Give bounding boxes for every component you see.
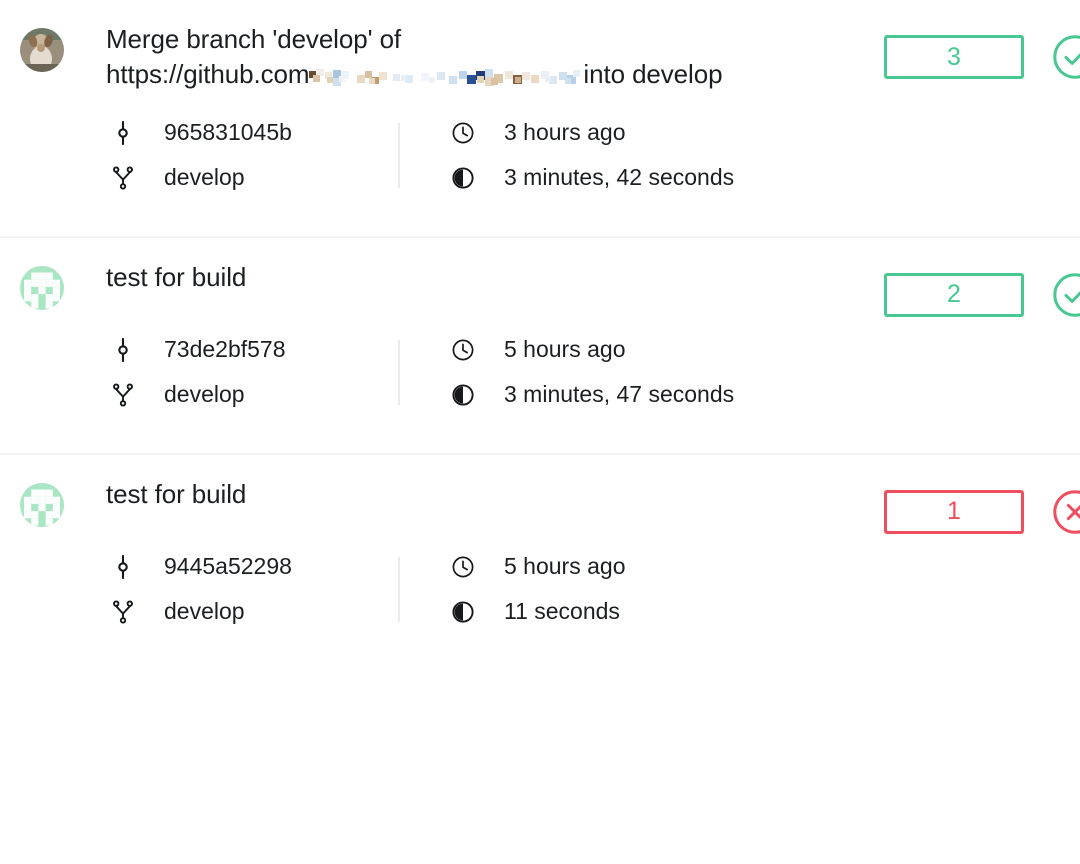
meta-text: 3 minutes, 42 seconds xyxy=(504,166,734,189)
meta-text: develop xyxy=(164,383,245,406)
meta-column-commit: 965831045b develop xyxy=(110,119,398,192)
meta-text: 9445a52298 xyxy=(164,555,292,578)
stopwatch-icon xyxy=(450,599,476,625)
meta-text: 11 seconds xyxy=(504,600,620,623)
build-title-segment: https://github.com xyxy=(106,59,309,89)
stopwatch-icon xyxy=(450,165,476,191)
meta-item: 5 hours ago xyxy=(450,336,734,364)
build-row-header: test for build2 xyxy=(0,238,1080,310)
build-row[interactable]: test for build1 9445a52298 develop 5 hours … xyxy=(0,453,1080,670)
meta-column-timing: 3 hours ago 3 minutes, 42 seconds xyxy=(400,119,734,192)
meta-text: 5 hours ago xyxy=(504,555,625,578)
build-meta: 9445a52298 develop 5 hours ago 11 seconds xyxy=(0,527,1080,670)
build-meta: 965831045b develop 3 hours ago 3 minutes, 4… xyxy=(0,93,1080,236)
meta-text: 3 minutes, 47 seconds xyxy=(504,383,734,406)
git-branch-icon xyxy=(110,165,136,191)
build-title-segment: test for build xyxy=(106,479,246,509)
build-row-header: Merge branch 'develop' of https://github.… xyxy=(0,0,1080,93)
stopwatch-icon xyxy=(450,382,476,408)
meta-item: 11 seconds xyxy=(450,598,625,626)
meta-text: 5 hours ago xyxy=(504,338,625,361)
clock-icon xyxy=(450,554,476,580)
user-photo-avatar xyxy=(20,28,64,72)
git-branch-icon xyxy=(110,599,136,625)
redacted-text-mosaic xyxy=(309,61,581,87)
meta-text: 965831045b xyxy=(164,121,292,144)
build-row-status-group: 3 xyxy=(884,34,1080,80)
meta-column-timing: 5 hours ago 11 seconds xyxy=(400,553,625,626)
meta-column-timing: 5 hours ago 3 minutes, 47 seconds xyxy=(400,336,734,409)
meta-item: 3 minutes, 47 seconds xyxy=(450,381,734,409)
meta-item: develop xyxy=(110,381,398,409)
build-row[interactable]: Merge branch 'develop' of https://github.… xyxy=(0,0,1080,236)
identicon-avatar xyxy=(20,266,64,310)
build-row[interactable]: test for build2 73de2bf578 develop 5 hours … xyxy=(0,236,1080,453)
build-number-badge[interactable]: 3 xyxy=(884,35,1024,79)
meta-text: 3 hours ago xyxy=(504,121,625,144)
build-list: Merge branch 'develop' of https://github.… xyxy=(0,0,1080,670)
build-title-segment: test for build xyxy=(106,262,246,292)
meta-item: 3 hours ago xyxy=(450,119,734,147)
identicon-avatar xyxy=(20,483,64,527)
build-title-segment: into develop xyxy=(583,59,722,89)
meta-text: 73de2bf578 xyxy=(164,338,286,361)
meta-column-commit: 9445a52298 develop xyxy=(110,553,398,626)
meta-text: develop xyxy=(164,166,245,189)
build-meta: 73de2bf578 develop 5 hours ago 3 minutes, 4… xyxy=(0,310,1080,453)
meta-item: develop xyxy=(110,164,398,192)
meta-column-commit: 73de2bf578 develop xyxy=(110,336,398,409)
git-branch-icon xyxy=(110,382,136,408)
git-commit-icon xyxy=(110,337,136,363)
meta-item: 965831045b xyxy=(110,119,398,147)
meta-item: 9445a52298 xyxy=(110,553,398,581)
clock-icon xyxy=(450,337,476,363)
meta-item: 5 hours ago xyxy=(450,553,625,581)
meta-item: develop xyxy=(110,598,398,626)
build-row-header: test for build1 xyxy=(0,455,1080,527)
check-circle-icon xyxy=(1052,34,1080,80)
build-title-segment: Merge branch 'develop' of xyxy=(106,24,401,54)
git-commit-icon xyxy=(110,554,136,580)
meta-item: 73de2bf578 xyxy=(110,336,398,364)
meta-text: develop xyxy=(164,600,245,623)
meta-item: 3 minutes, 42 seconds xyxy=(450,164,734,192)
git-commit-icon xyxy=(110,120,136,146)
clock-icon xyxy=(450,120,476,146)
